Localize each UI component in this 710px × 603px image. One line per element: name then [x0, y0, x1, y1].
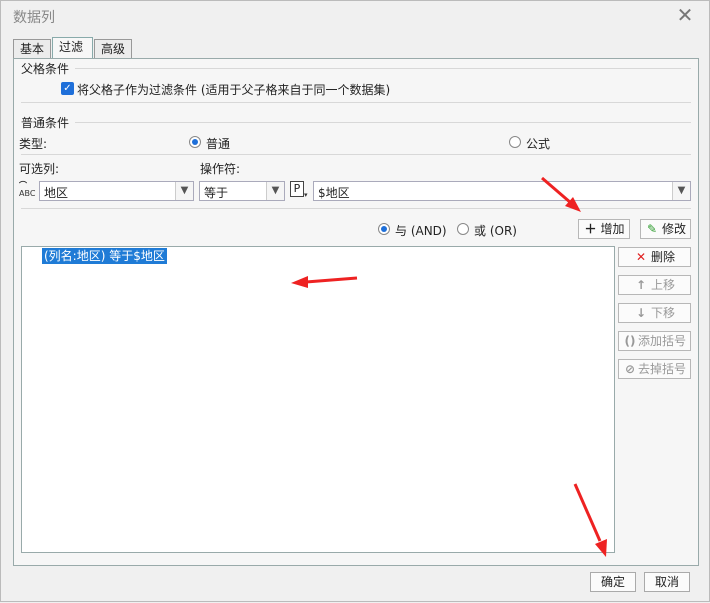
modify-icon: ✎ — [646, 222, 658, 236]
tab-basic[interactable]: 基本 — [13, 39, 51, 59]
parameter-type-icon[interactable]: P — [290, 181, 304, 197]
type-normal-label: 普通 — [206, 137, 231, 151]
add-label: 增加 — [600, 222, 625, 236]
delete-x-icon: ✕ — [635, 250, 647, 264]
or-label: 或 (OR) — [474, 224, 517, 238]
chevron-down-icon: ▼ — [672, 182, 690, 200]
chevron-down-icon: ▼ — [266, 182, 284, 200]
column-select[interactable]: 地区 ▼ — [39, 181, 194, 201]
divider — [21, 208, 691, 209]
remove-parentheses-label: 去掉括号 — [637, 362, 686, 376]
abc-column-icon: ⌒ ABC — [19, 181, 36, 198]
tab-advanced[interactable]: 高级 — [94, 39, 132, 59]
and-radio[interactable] — [378, 223, 390, 235]
modify-condition-button[interactable]: ✎ 修改 — [640, 219, 691, 239]
or-radio[interactable] — [457, 223, 469, 235]
value-select[interactable]: $地区 ▼ — [313, 181, 691, 201]
plus-icon: ＋ — [584, 222, 597, 236]
operator-select[interactable]: 等于 ▼ — [199, 181, 285, 201]
remove-parentheses-icon: ⊘ — [624, 362, 636, 376]
chevron-down-icon: ▼ — [175, 182, 193, 200]
type-formula-label: 公式 — [526, 137, 551, 151]
dialog-title: 数据列 — [13, 10, 55, 26]
divider — [75, 68, 691, 69]
divider — [21, 154, 691, 155]
parent-filter-checkbox[interactable]: ✓ — [61, 82, 74, 95]
close-icon[interactable]: ✕ — [675, 5, 695, 25]
delete-label: 删除 — [650, 250, 675, 264]
parentheses-icon: () — [624, 334, 636, 348]
data-column-dialog: 数据列 ✕ 基本 过滤 高级 父格条件 ✓ 将父格子作为过滤条件 (适用于父子格… — [0, 0, 710, 602]
list-item[interactable]: (列名:地区) 等于$地区 — [42, 248, 167, 264]
value-select-value: $地区 — [318, 186, 350, 200]
column-label: 可选列: — [19, 162, 60, 176]
parent-filter-label: 将父格子作为过滤条件 (适用于父子格来自于同一个数据集) — [77, 83, 391, 97]
move-down-label: 下移 — [650, 306, 675, 320]
tab-filter[interactable]: 过滤 — [52, 37, 93, 59]
move-down-button[interactable]: ↓ 下移 — [618, 303, 691, 323]
type-normal-radio[interactable] — [189, 136, 201, 148]
normal-condition-title: 普通条件 — [21, 116, 70, 130]
add-parentheses-button[interactable]: () 添加括号 — [618, 331, 691, 351]
parameter-type-dropdown-icon[interactable]: ▾ — [304, 191, 308, 199]
cancel-button[interactable]: 取消 — [644, 572, 690, 592]
ok-button[interactable]: 确定 — [590, 572, 636, 592]
arrow-down-icon: ↓ — [635, 306, 647, 320]
condition-list[interactable]: (列名:地区) 等于$地区 — [21, 246, 615, 553]
delete-button[interactable]: ✕ 删除 — [618, 247, 691, 267]
operator-select-value: 等于 — [204, 186, 229, 200]
type-label: 类型: — [19, 137, 48, 151]
move-up-label: 上移 — [650, 278, 675, 292]
column-select-value: 地区 — [44, 186, 69, 200]
parent-condition-title: 父格条件 — [21, 62, 70, 76]
add-condition-button[interactable]: ＋增加 — [578, 219, 630, 239]
arrow-up-icon: ↑ — [635, 278, 647, 292]
remove-parentheses-button[interactable]: ⊘ 去掉括号 — [618, 359, 691, 379]
and-label: 与 (AND) — [395, 224, 447, 238]
divider — [21, 102, 691, 103]
add-parentheses-label: 添加括号 — [637, 334, 686, 348]
title-bar: 数据列 ✕ — [1, 1, 709, 31]
move-up-button[interactable]: ↑ 上移 — [618, 275, 691, 295]
divider — [75, 122, 691, 123]
operator-label: 操作符: — [200, 162, 241, 176]
type-formula-radio[interactable] — [509, 136, 521, 148]
modify-label: 修改 — [661, 222, 686, 236]
